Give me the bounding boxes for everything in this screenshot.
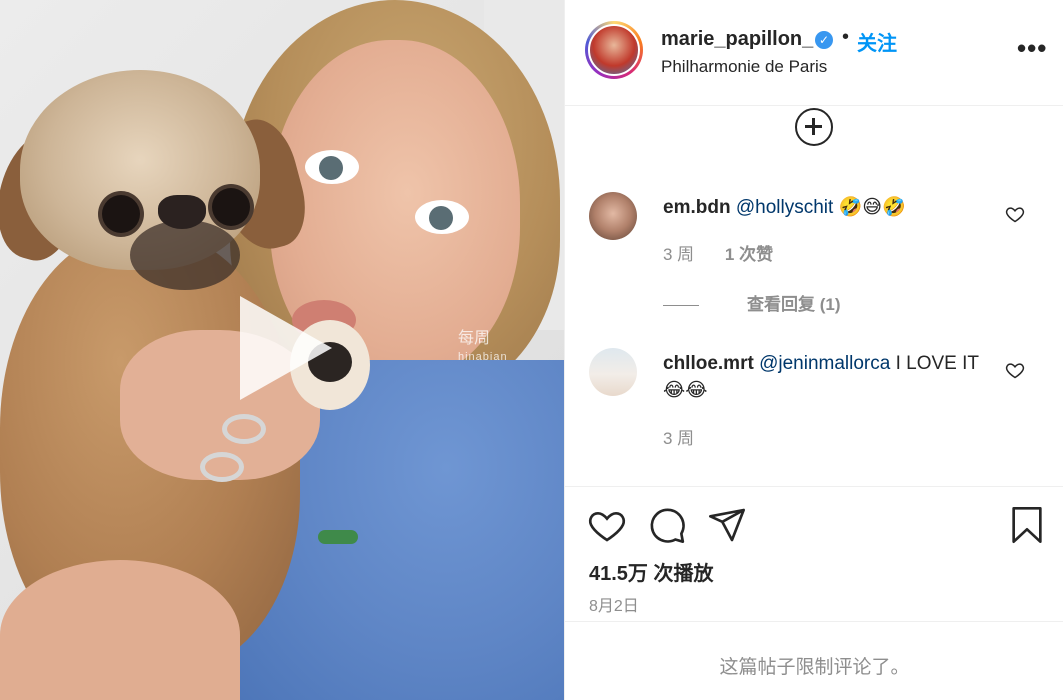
avatar[interactable]: [589, 348, 637, 396]
dog-eye-right: [212, 188, 250, 226]
watermark: 每周 hinabian: [458, 330, 508, 366]
more-options-icon[interactable]: •••: [1017, 33, 1047, 64]
view-count[interactable]: 41.5万 次播放: [589, 557, 713, 586]
person-eye-right: [415, 200, 469, 234]
dog-eye-left: [102, 195, 140, 233]
comment-mention[interactable]: @jeninmallorca: [759, 353, 890, 374]
dog-head: [20, 70, 260, 290]
watermark-cn: 每周: [458, 330, 491, 347]
person-hand-lower: [0, 560, 240, 700]
watermark-en: hinabian: [458, 351, 508, 363]
dog-nose: [158, 195, 206, 229]
location-link[interactable]: Philharmonie de Paris: [661, 57, 827, 77]
comment-text: chlloe.mrt @jeninmallorca I LOVE IT😂😂: [663, 350, 993, 404]
bookmark-icon[interactable]: [1007, 505, 1047, 545]
comment-text: em.bdn @hollyschit 🤣😅🤣: [663, 194, 993, 221]
avatar[interactable]: [588, 24, 640, 76]
heart-icon[interactable]: [1005, 204, 1025, 224]
shirt-logo: [318, 530, 358, 544]
view-replies-button[interactable]: 查看回复 (1): [663, 290, 841, 315]
person-eye-left: [305, 150, 359, 184]
dog-muzzle: [130, 220, 240, 290]
comment-username[interactable]: chlloe.mrt: [663, 353, 754, 374]
comment-time: 3 周: [663, 429, 695, 448]
post-actions: 41.5万 次播放 8月2日: [565, 486, 1063, 622]
divider-line: [663, 305, 699, 307]
post-video[interactable]: 每周 hinabian: [0, 0, 564, 700]
story-ring[interactable]: [585, 21, 643, 79]
comments-restricted-notice: 这篇帖子限制评论了。: [719, 657, 910, 678]
avatar[interactable]: [589, 192, 637, 240]
heart-icon[interactable]: [587, 505, 627, 545]
comment-time: 3 周: [663, 245, 695, 264]
play-icon[interactable]: [240, 296, 332, 400]
share-icon[interactable]: [707, 505, 747, 545]
ring: [222, 414, 266, 444]
plus-circle-icon[interactable]: [795, 108, 833, 146]
follow-button[interactable]: 关注: [857, 27, 897, 56]
comment-meta: 3 周 1 次赞: [663, 240, 773, 265]
post-details-panel: marie_papillon_ ✓ • 关注 Philharmonie de P…: [564, 0, 1063, 700]
comment-likes[interactable]: 1 次赞: [725, 245, 773, 264]
comment-username[interactable]: em.bdn: [663, 197, 731, 218]
author-username[interactable]: marie_papillon_: [661, 28, 813, 51]
comment-mention[interactable]: @hollyschit: [736, 197, 833, 218]
ring: [200, 452, 244, 482]
comment-icon[interactable]: [647, 505, 687, 545]
view-replies-label[interactable]: 查看回复 (1): [747, 295, 841, 314]
separator-dot: •: [842, 26, 850, 48]
post-date[interactable]: 8月2日: [589, 592, 639, 616]
comment-meta: 3 周: [663, 424, 694, 449]
heart-icon[interactable]: [1005, 360, 1025, 380]
verified-badge-icon: ✓: [815, 31, 833, 49]
comment-body: 🤣😅🤣: [833, 197, 906, 218]
post-header: marie_papillon_ ✓ • 关注 Philharmonie de P…: [565, 0, 1063, 106]
